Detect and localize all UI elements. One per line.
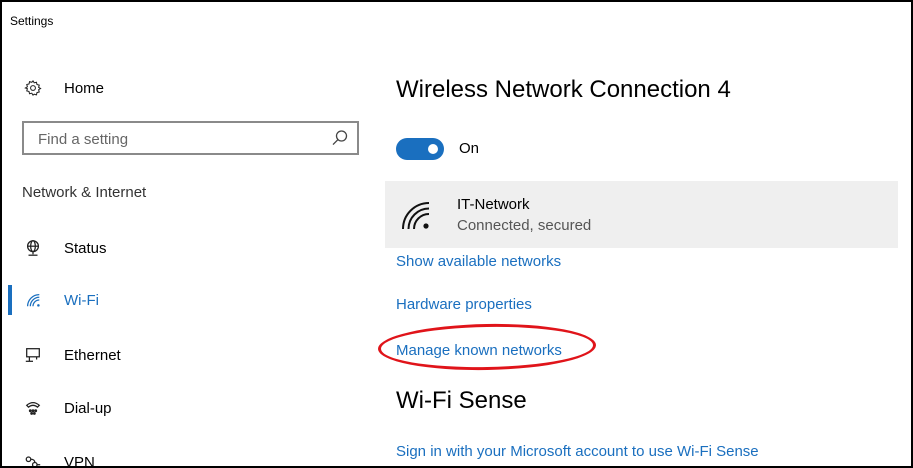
sidebar-item-label: Ethernet: [64, 346, 121, 364]
sidebar-item-label: Wi-Fi: [64, 291, 99, 309]
show-available-networks-link[interactable]: Show available networks: [396, 253, 561, 270]
sidebar-section-label: Network & Internet: [22, 184, 147, 201]
sidebar-item-home[interactable]: Home: [2, 68, 362, 108]
manage-known-networks-link[interactable]: Manage known networks: [396, 342, 562, 359]
sidebar-item-status[interactable]: Status: [2, 228, 362, 268]
sidebar: Home Network & Internet: [2, 2, 372, 466]
sidebar-item-vpn[interactable]: VPN: [2, 442, 362, 468]
sidebar-item-label: Dial-up: [64, 399, 112, 417]
search-input[interactable]: [24, 123, 340, 155]
wifi-sense-title: Wi-Fi Sense: [396, 387, 527, 414]
settings-window: Settings Home Network & Internet: [0, 0, 913, 468]
search-icon[interactable]: [331, 129, 349, 147]
network-card[interactable]: IT-Network Connected, secured: [385, 181, 898, 248]
sidebar-item-ethernet[interactable]: Ethernet: [2, 335, 362, 375]
page-title: Wireless Network Connection 4: [396, 76, 731, 103]
toggle-knob: [428, 144, 438, 154]
sidebar-item-dialup[interactable]: Dial-up: [2, 388, 362, 428]
wifi-icon: [22, 289, 44, 311]
wifi-sense-sign-in-link[interactable]: Sign in with your Microsoft account to u…: [396, 443, 759, 460]
wifi-toggle[interactable]: [396, 138, 444, 160]
main-panel: Wireless Network Connection 4 On IT-Netw…: [382, 2, 911, 466]
toggle-label: On: [459, 140, 480, 157]
search-box: [22, 121, 359, 155]
hardware-properties-link[interactable]: Hardware properties: [396, 296, 532, 313]
gear-icon: [22, 77, 44, 99]
ethernet-icon: [22, 344, 44, 366]
network-name: IT-Network: [457, 196, 530, 213]
wifi-secured-icon: [399, 199, 433, 233]
sidebar-item-label: Home: [64, 79, 105, 97]
sidebar-item-label: Status: [64, 239, 107, 257]
network-status: Connected, secured: [457, 217, 592, 234]
globe-icon: [22, 237, 44, 259]
vpn-icon: [22, 451, 44, 466]
sidebar-item-label: VPN: [64, 453, 95, 468]
sidebar-item-wifi[interactable]: Wi-Fi: [2, 280, 362, 320]
dialup-icon: [22, 397, 44, 419]
